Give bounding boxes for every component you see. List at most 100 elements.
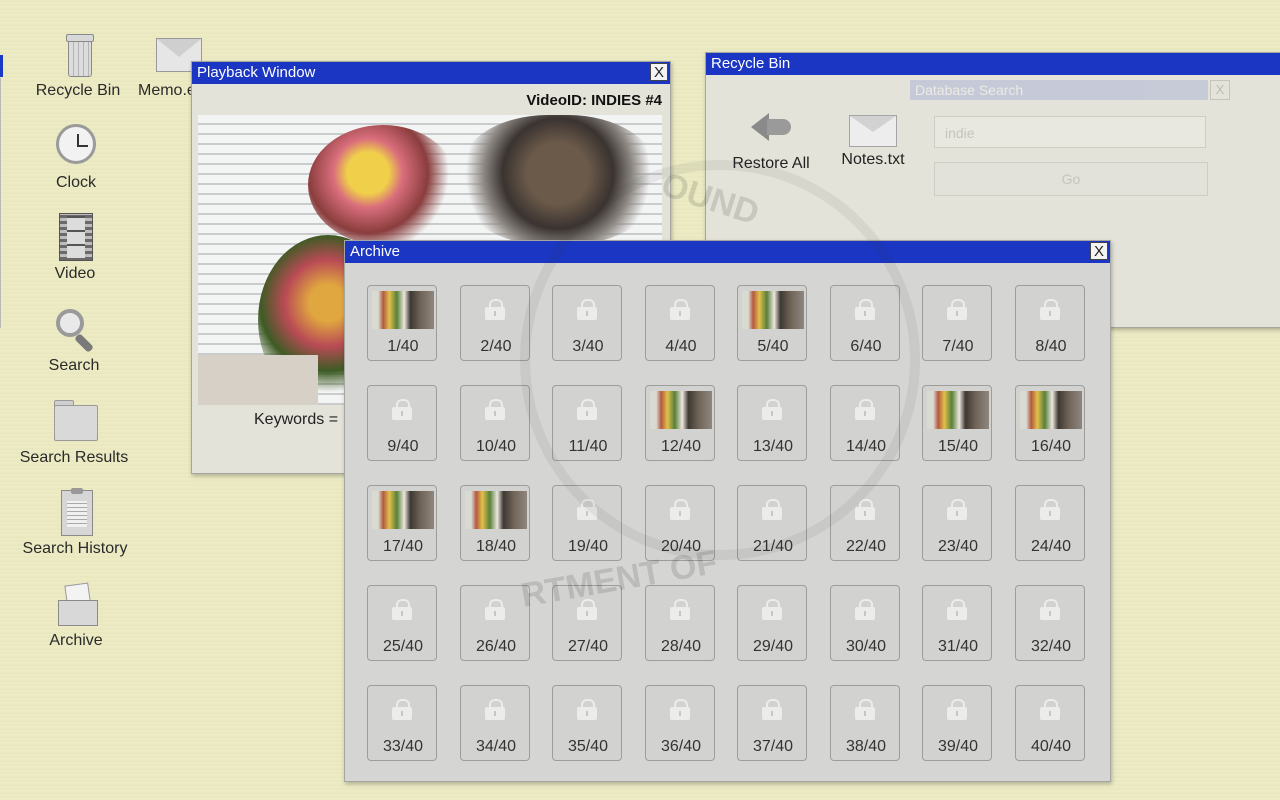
archive-tile-locked[interactable]: 35/40 <box>552 685 622 761</box>
archive-tile-locked[interactable]: 7/40 <box>922 285 992 361</box>
video-thumbnail <box>465 491 527 529</box>
archive-tile-locked[interactable]: 37/40 <box>737 685 807 761</box>
archive-tile-locked[interactable]: 19/40 <box>552 485 622 561</box>
archive-tile-label: 35/40 <box>567 738 609 755</box>
close-button[interactable]: X <box>650 63 668 81</box>
archive-tile-locked[interactable]: 38/40 <box>830 685 900 761</box>
archive-tile-label: 29/40 <box>752 638 794 655</box>
archive-tile-unlocked[interactable]: 5/40 <box>737 285 807 361</box>
lock-icon <box>946 299 968 320</box>
archive-tile-unlocked[interactable]: 16/40 <box>1015 385 1085 461</box>
lock-icon <box>576 399 598 420</box>
keywords-label: Keywords = <box>254 411 339 428</box>
archive-tile-label: 8/40 <box>1035 338 1067 355</box>
archive-tile-unlocked[interactable]: 15/40 <box>922 385 992 461</box>
archive-tile-label: 37/40 <box>752 738 794 755</box>
lock-icon <box>761 699 783 720</box>
lock-icon <box>576 299 598 320</box>
archive-tile-unlocked[interactable]: 1/40 <box>367 285 437 361</box>
archive-tile-label: 32/40 <box>1030 638 1072 655</box>
ghost-search-titlebar: Database Search <box>910 80 1208 100</box>
desktop-icon-archive[interactable]: Archive <box>16 580 136 650</box>
ghost-close-icon: X <box>1210 80 1230 100</box>
window-title: Recycle Bin <box>711 55 791 72</box>
video-thumbnail <box>650 391 712 429</box>
restore-arrow-icon <box>749 107 793 151</box>
archive-tile-locked[interactable]: 13/40 <box>737 385 807 461</box>
archive-tile-locked[interactable]: 28/40 <box>645 585 715 661</box>
archive-tile-locked[interactable]: 3/40 <box>552 285 622 361</box>
lock-icon <box>1039 299 1061 320</box>
archive-tile-locked[interactable]: 33/40 <box>367 685 437 761</box>
ghost-search-input: indie <box>934 116 1206 148</box>
restore-all-button[interactable]: Restore All <box>726 107 816 173</box>
archive-tile-locked[interactable]: 29/40 <box>737 585 807 661</box>
archive-tile-label: 36/40 <box>660 738 702 755</box>
archive-tile-locked[interactable]: 23/40 <box>922 485 992 561</box>
archive-tile-locked[interactable]: 24/40 <box>1015 485 1085 561</box>
archive-tile-locked[interactable]: 34/40 <box>460 685 530 761</box>
archive-tile-label: 10/40 <box>475 438 517 455</box>
window-title: Playback Window <box>197 64 316 81</box>
archive-tile-locked[interactable]: 25/40 <box>367 585 437 661</box>
video-thumbnail <box>927 391 989 429</box>
lock-icon <box>854 399 876 420</box>
archive-tile-label: 23/40 <box>937 538 979 555</box>
archive-tile-label: 14/40 <box>845 438 887 455</box>
archive-tile-unlocked[interactable]: 18/40 <box>460 485 530 561</box>
desktop-icon-label: Search History <box>22 540 128 557</box>
archive-tile-locked[interactable]: 39/40 <box>922 685 992 761</box>
archive-tile-label: 39/40 <box>937 738 979 755</box>
desktop-icon-video[interactable]: Video <box>15 213 135 283</box>
archive-tile-locked[interactable]: 6/40 <box>830 285 900 361</box>
archive-tile-locked[interactable]: 8/40 <box>1015 285 1085 361</box>
notes-file-icon-item[interactable]: Notes.txt <box>831 103 915 169</box>
archive-tile-locked[interactable]: 4/40 <box>645 285 715 361</box>
archive-window: Archive X 1/40 2/40 3/40 4/40 5/40 6/40 7/40 8/… <box>344 240 1111 782</box>
video-thumbnail <box>742 291 804 329</box>
archive-tile-label: 4/40 <box>665 338 697 355</box>
video-thumbnail <box>1020 391 1082 429</box>
archive-tile-label: 18/40 <box>475 538 517 555</box>
archive-tile-locked[interactable]: 32/40 <box>1015 585 1085 661</box>
desktop-icon-search-results[interactable]: Search Results <box>14 397 134 467</box>
archive-tile-locked[interactable]: 27/40 <box>552 585 622 661</box>
archive-tile-locked[interactable]: 26/40 <box>460 585 530 661</box>
archive-tile-locked[interactable]: 9/40 <box>367 385 437 461</box>
archive-tile-locked[interactable]: 20/40 <box>645 485 715 561</box>
archive-tile-locked[interactable]: 10/40 <box>460 385 530 461</box>
lock-icon <box>576 499 598 520</box>
archive-tile-unlocked[interactable]: 17/40 <box>367 485 437 561</box>
archive-tile-label: 6/40 <box>850 338 882 355</box>
playback-titlebar[interactable]: Playback Window X <box>192 62 670 84</box>
archive-tile-label: 9/40 <box>387 438 419 455</box>
archive-titlebar[interactable]: Archive X <box>345 241 1110 263</box>
archive-tile-locked[interactable]: 22/40 <box>830 485 900 561</box>
archive-tile-label: 27/40 <box>567 638 609 655</box>
video-cat <box>458 115 658 245</box>
lock-icon <box>854 599 876 620</box>
lock-icon <box>576 699 598 720</box>
notes-file-label: Notes.txt <box>841 151 905 168</box>
archive-tile-locked[interactable]: 21/40 <box>737 485 807 561</box>
archive-tile-locked[interactable]: 36/40 <box>645 685 715 761</box>
folder-icon <box>50 397 98 445</box>
archive-tile-unlocked[interactable]: 12/40 <box>645 385 715 461</box>
recycle-bin-titlebar[interactable]: Recycle Bin <box>706 53 1280 75</box>
lock-icon <box>854 299 876 320</box>
archive-tile-label: 11/40 <box>568 438 608 455</box>
desktop-icon-clock[interactable]: Clock <box>16 122 136 192</box>
desktop-icon-label: Search <box>48 357 100 374</box>
ghost-go-button: Go <box>934 162 1208 196</box>
archive-tile-locked[interactable]: 40/40 <box>1015 685 1085 761</box>
desktop-icon-search-history[interactable]: Search History <box>15 488 135 558</box>
archive-tile-label: 5/40 <box>757 338 789 355</box>
archive-tile-locked[interactable]: 31/40 <box>922 585 992 661</box>
archive-tile-locked[interactable]: 14/40 <box>830 385 900 461</box>
archive-tile-locked[interactable]: 11/40 <box>552 385 622 461</box>
archive-tile-locked[interactable]: 2/40 <box>460 285 530 361</box>
desktop-icon-search[interactable]: Search <box>14 305 134 375</box>
close-button[interactable]: X <box>1090 242 1108 260</box>
lock-icon <box>761 599 783 620</box>
archive-tile-locked[interactable]: 30/40 <box>830 585 900 661</box>
